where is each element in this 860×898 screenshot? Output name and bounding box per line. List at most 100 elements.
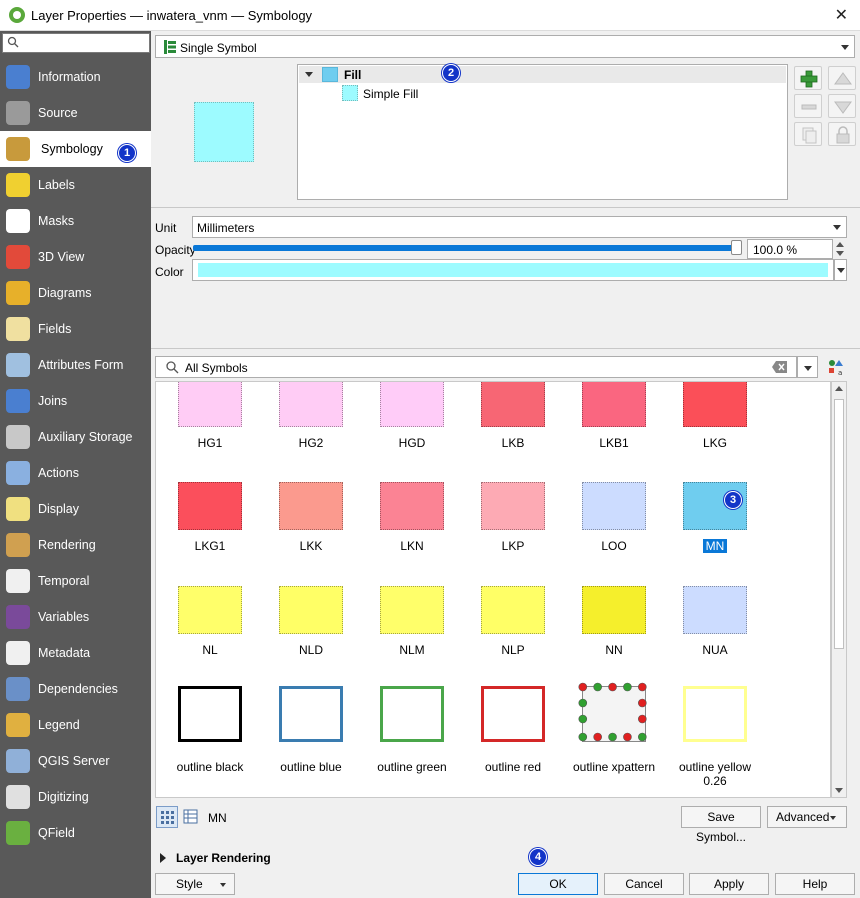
symbol-item[interactable]: outline blue (257, 686, 357, 786)
sidebar-item-attributes-form[interactable]: Attributes Form (0, 347, 151, 383)
symbol-item[interactable]: LOO (560, 479, 660, 579)
sidebar-item-rendering[interactable]: Rendering (0, 527, 151, 563)
scroll-up-icon[interactable] (832, 382, 846, 396)
tree-item-simple-fill-label: Simple Fill (363, 87, 419, 101)
symbol-item[interactable]: HGD (358, 382, 458, 476)
style-button[interactable]: Style (155, 873, 235, 895)
symbol-item[interactable]: LKP (459, 479, 559, 579)
remove-symbol-layer-button[interactable] (794, 94, 822, 118)
cancel-button[interactable]: Cancel (604, 873, 684, 895)
sidebar-item-joins[interactable]: Joins (0, 383, 151, 419)
layer-rendering-toggle[interactable]: Layer Rendering (158, 851, 298, 865)
opacity-slider-handle[interactable] (731, 240, 742, 255)
fill-swatch-icon (322, 67, 338, 82)
sidebar-item-label: Masks (38, 214, 75, 228)
symbol-item[interactable]: NUA (661, 583, 761, 683)
add-symbol-layer-button[interactable] (794, 66, 822, 90)
icon-view-button[interactable] (156, 806, 178, 828)
sidebar-item-variables[interactable]: Variables (0, 599, 151, 635)
apply-button[interactable]: Apply (689, 873, 769, 895)
save-symbol-button[interactable]: Save Symbol... (681, 806, 761, 844)
sidebar-item-label: Digitizing (38, 790, 89, 804)
scroll-down-icon[interactable] (832, 783, 846, 797)
sidebar-item-auxiliary-storage[interactable]: Auxiliary Storage (0, 419, 151, 455)
symbol-item[interactable]: outline red (459, 686, 559, 786)
sidebar-item-3d-view[interactable]: 3D View (0, 239, 151, 275)
symbol-name: outline blue (280, 760, 342, 774)
symbol-item[interactable]: NLP (459, 583, 559, 683)
color-button[interactable] (192, 259, 834, 281)
symbol-item[interactable]: HG1 (156, 382, 256, 476)
sidebar-item-metadata[interactable]: Metadata (0, 635, 151, 671)
plus-icon (800, 70, 818, 88)
list-view-button[interactable] (180, 806, 202, 828)
symbol-item[interactable]: outline black (156, 686, 256, 786)
sidebar-item-legend[interactable]: Legend (0, 707, 151, 743)
symbol-item[interactable]: LKK (257, 479, 357, 579)
symbol-item[interactable]: NN (560, 583, 660, 683)
move-up-button[interactable] (828, 66, 856, 90)
help-button[interactable]: Help (775, 873, 855, 895)
symbol-item[interactable]: NLD (257, 583, 357, 683)
symbol-item[interactable]: LKB (459, 382, 559, 476)
sidebar-item-digitizing[interactable]: Digitizing (0, 779, 151, 815)
symbol-name: NLM (399, 643, 425, 657)
opacity-spin-arrows[interactable] (834, 239, 846, 259)
symbol-item[interactable]: LKN (358, 479, 458, 579)
symbol-name: LKN (400, 539, 424, 553)
symbol-item[interactable]: HG2 (257, 382, 357, 476)
ok-button[interactable]: OK (518, 873, 598, 895)
duplicate-symbol-layer-button[interactable] (794, 122, 822, 146)
attributes-form-icon (6, 353, 30, 377)
symbol-item-label: HG2 (257, 436, 365, 450)
scrollbar-thumb[interactable] (834, 399, 844, 649)
sidebar-item-masks[interactable]: Masks (0, 203, 151, 239)
sidebar-item-display[interactable]: Display (0, 491, 151, 527)
sidebar-search-input[interactable] (2, 33, 150, 53)
sidebar-item-diagrams[interactable]: Diagrams (0, 275, 151, 311)
symbol-item[interactable]: NLM (358, 583, 458, 683)
symbol-item[interactable]: LKG1 (156, 479, 256, 579)
symbol-search-input[interactable]: All Symbols (155, 356, 797, 378)
arrow-down-icon (834, 101, 852, 114)
advanced-button[interactable]: Advanced (767, 806, 847, 828)
symbol-item-label: LKK (257, 539, 365, 553)
symbol-item[interactable]: LKG (661, 382, 761, 476)
style-manager-button[interactable]: a (825, 356, 847, 378)
sidebar-item-qfield[interactable]: QField (0, 815, 151, 851)
move-down-button[interactable] (828, 94, 856, 118)
sidebar-item-source[interactable]: Source (0, 95, 151, 131)
unit-combo[interactable]: Millimeters (192, 216, 847, 238)
step-badge-2: 2 (442, 64, 460, 82)
collapse-arrow-icon[interactable] (305, 72, 313, 77)
clear-icon[interactable] (772, 361, 788, 373)
close-button[interactable]: ✕ (835, 5, 848, 25)
renderer-combo[interactable]: Single Symbol (155, 35, 855, 58)
symbol-item-label: outline green (358, 760, 466, 774)
symbol-grid-scrollbar[interactable] (831, 381, 847, 798)
sidebar-item-actions[interactable]: Actions (0, 455, 151, 491)
symbol-item[interactable]: MN (661, 479, 761, 579)
sidebar-item-qgis-server[interactable]: QGIS Server (0, 743, 151, 779)
sidebar-item-temporal[interactable]: Temporal (0, 563, 151, 599)
sidebar-item-information[interactable]: Information (0, 59, 151, 95)
sidebar-item-labels[interactable]: Labels (0, 167, 151, 203)
opacity-spinbox[interactable]: 100.0 % (747, 239, 833, 259)
symbol-item[interactable]: NL (156, 583, 256, 683)
symbol-item[interactable]: outline green (358, 686, 458, 786)
search-icon (7, 36, 19, 48)
tree-item-fill[interactable]: Fill (299, 66, 786, 83)
symbol-filter-dropdown[interactable] (797, 356, 818, 378)
symbol-item-label: outline blue (257, 760, 365, 774)
sidebar-item-label: Temporal (38, 574, 90, 588)
opacity-slider[interactable] (193, 245, 739, 251)
symbol-item[interactable]: outline xpattern (560, 682, 660, 786)
lock-layer-button[interactable] (828, 122, 856, 146)
symbol-swatch (178, 586, 242, 634)
chevron-down-icon (220, 883, 226, 887)
symbol-item[interactable]: LKB1 (560, 382, 660, 476)
sidebar-item-fields[interactable]: Fields (0, 311, 151, 347)
symbol-item[interactable]: outline yellow 0.26 (661, 686, 761, 788)
color-menu-button[interactable] (834, 259, 847, 281)
sidebar-item-dependencies[interactable]: Dependencies (0, 671, 151, 707)
